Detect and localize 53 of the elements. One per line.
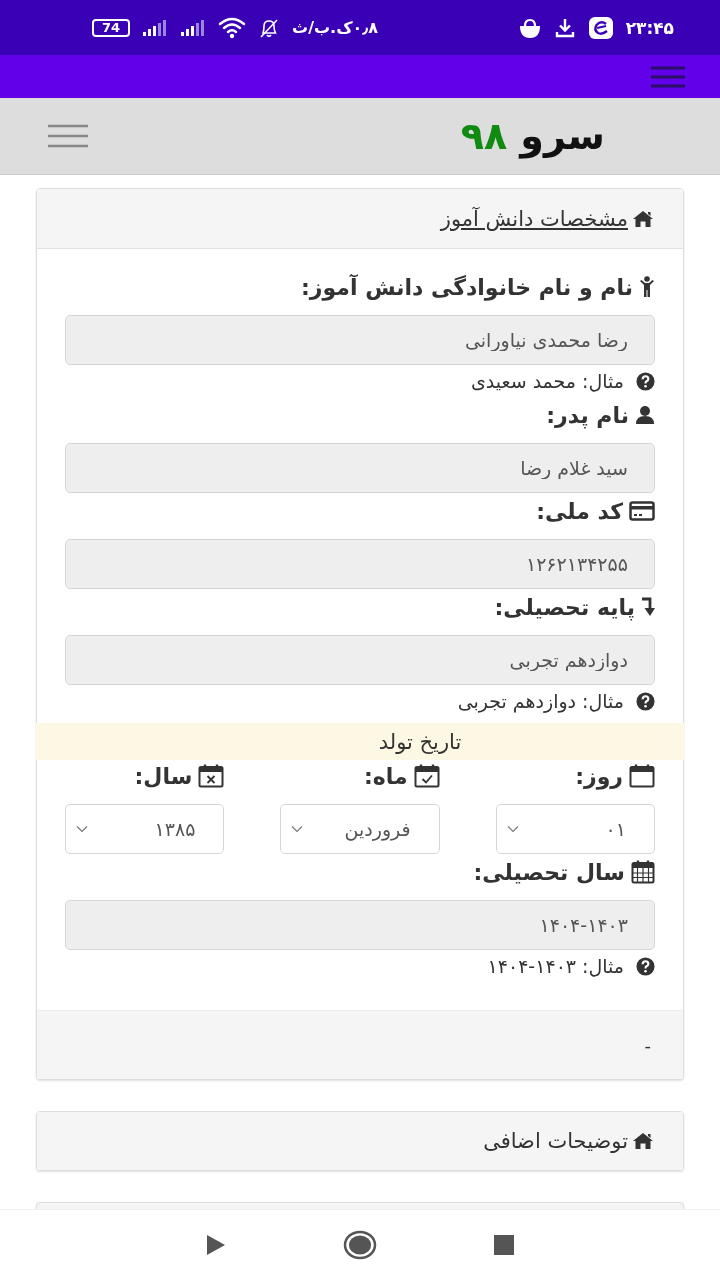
question-icon [636, 371, 655, 391]
wifi-icon [218, 16, 247, 39]
user-icon [635, 405, 655, 425]
card-title-link[interactable]: مشخصات دانش آموز [440, 206, 628, 231]
signal-icon [142, 18, 169, 37]
hint-text: مثال: ۱۴۰۳-۱۴۰۴ [487, 955, 624, 977]
calendar-icon [629, 764, 655, 788]
hint-text: مثال: دوازدهم تجربی [457, 690, 624, 712]
basket-icon [517, 16, 542, 39]
input-field[interactable]: رضا محمدی نیاورانی [65, 315, 655, 365]
home-icon [632, 209, 654, 228]
calendar-x-icon [198, 764, 225, 788]
caret-icon [76, 825, 88, 833]
input-field[interactable]: سید غلام رضا [65, 443, 655, 493]
caret-icon [506, 825, 519, 833]
turn-down-arrow-icon [641, 597, 655, 617]
recents-icon[interactable] [493, 1234, 515, 1256]
field-label: سال: [134, 763, 193, 789]
field-label: روز: [575, 763, 623, 789]
section-band: تاریخ تولد [36, 723, 684, 760]
footer-text: - [644, 1034, 651, 1056]
field-label: پایه تحصیلی: [494, 594, 635, 620]
card-title: توضیحات اضافی [483, 1129, 628, 1153]
home-icon [632, 1132, 654, 1150]
battery-level: 74 [92, 18, 131, 37]
home-button-icon[interactable] [343, 1230, 377, 1260]
input-field[interactable]: ۱۴۰۴-۱۴۰۳ [65, 900, 655, 950]
id-card-icon [629, 501, 655, 521]
field-label: نام و نام خانوادگی دانش آموز: [301, 274, 633, 300]
field-label: ماه: [364, 763, 408, 789]
input-field[interactable]: ۱۲۶۲۱۳۴۲۵۵ [65, 539, 655, 589]
menu-icon[interactable] [47, 124, 89, 148]
download-icon [553, 16, 576, 39]
hint-text: مثال: محمد سعیدی [470, 370, 624, 392]
input-field[interactable]: دوازدهم تجربی [65, 635, 655, 685]
question-icon [636, 956, 655, 976]
calendar-check-icon [413, 764, 440, 788]
signal-icon [180, 18, 207, 37]
dropdown[interactable]: فروردین [280, 804, 440, 854]
notes-card[interactable]: توضیحات اضافی [36, 1111, 684, 1171]
browser-app-icon [587, 15, 614, 40]
calendar-grid-icon [631, 860, 655, 884]
field-label: کد ملی: [536, 498, 623, 524]
field-label: نام پدر: [546, 402, 629, 428]
network-speed: ۰٫۸ک.ب/ث [292, 18, 379, 37]
dropdown[interactable]: ۱۳۸۵ [65, 804, 225, 854]
question-icon [636, 691, 655, 711]
field-label: سال تحصیلی: [473, 859, 625, 885]
child-icon [639, 276, 655, 298]
dropdown[interactable]: ۰۱ [495, 804, 655, 854]
clock-time: ۲۳:۴۵ [625, 17, 674, 38]
caret-icon [291, 825, 304, 833]
back-icon[interactable] [205, 1233, 227, 1257]
